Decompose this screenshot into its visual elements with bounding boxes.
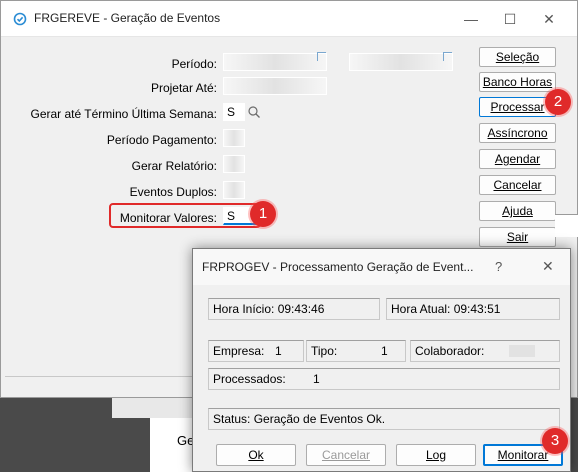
close-button[interactable]: ✕	[534, 7, 564, 31]
gerar-relatorio-label: Gerar Relatório:	[131, 159, 217, 173]
agendar-button[interactable]: Agendar	[479, 149, 556, 169]
gerar-ate-termino-field[interactable]: S	[223, 103, 245, 121]
processados-label: Processados:	[213, 372, 286, 386]
search-icon[interactable]	[247, 105, 261, 119]
empresa-value: 1	[275, 344, 282, 358]
background-panel-3	[555, 214, 578, 237]
periodo-pagamento-label: Período Pagamento:	[106, 133, 217, 147]
processados-panel: Processados: 1	[208, 368, 560, 390]
projetar-ate-label: Projetar Até:	[150, 81, 217, 95]
periodo-start-field[interactable]	[223, 53, 327, 71]
tipo-label: Tipo:	[311, 344, 338, 358]
ok-button[interactable]: Ok	[216, 444, 296, 466]
tipo-panel: Tipo: 1	[306, 340, 406, 362]
dialog-title-bar: FRPROGEV - Processamento Geração de Even…	[193, 249, 570, 285]
periodo-end-field[interactable]	[349, 53, 453, 71]
cancelar-button[interactable]: Cancelar	[479, 175, 556, 195]
periodo-label: Período:	[171, 57, 217, 71]
ajuda-button[interactable]: Ajuda	[479, 201, 556, 221]
colaborador-label: Colaborador:	[415, 344, 485, 358]
step-badge-1: 1	[250, 201, 276, 227]
dialog-title: FRPROGEV - Processamento Geração de Even…	[202, 260, 474, 274]
title-bar: FRGEREVE - Geração de Eventos — ☐ ✕	[1, 1, 577, 37]
dialog-cancelar-button[interactable]: Cancelar	[306, 444, 386, 466]
empresa-label: Empresa:	[213, 344, 265, 358]
periodo-end-picker[interactable]	[443, 52, 452, 61]
step-badge-3: 3	[542, 428, 568, 454]
status-panel: Status: Geração de Eventos Ok.	[208, 408, 560, 430]
eventos-duplos-label: Eventos Duplos:	[129, 185, 217, 199]
projetar-ate-field[interactable]	[223, 77, 327, 95]
step-badge-2: 2	[545, 89, 571, 115]
periodo-pagamento-field[interactable]	[223, 129, 245, 147]
highlight-box-monitorar	[109, 203, 261, 228]
assincrono-button[interactable]: Assíncrono	[479, 123, 556, 143]
eventos-duplos-field[interactable]	[223, 181, 245, 199]
hora-atual-panel: Hora Atual: 09:43:51	[386, 298, 560, 320]
minimize-button[interactable]: —	[456, 7, 486, 31]
app-icon	[13, 12, 27, 26]
help-icon[interactable]: ?	[495, 259, 502, 274]
tipo-value: 1	[381, 344, 388, 358]
banco-horas-button[interactable]: Banco Horas	[479, 72, 556, 92]
empresa-panel: Empresa: 1	[208, 340, 304, 362]
colaborador-value-blurred	[509, 345, 535, 357]
dialog-close-button[interactable]: ✕	[542, 258, 554, 275]
gerar-relatorio-field[interactable]	[223, 155, 245, 173]
hora-inicio-panel: Hora Início: 09:43:46	[208, 298, 380, 320]
divider	[5, 376, 193, 377]
periodo-start-picker[interactable]	[317, 52, 326, 61]
gerar-ate-termino-label: Gerar até Término Última Semana:	[30, 107, 217, 121]
processados-value: 1	[313, 372, 320, 386]
sair-button[interactable]: Sair	[479, 227, 556, 247]
colaborador-panel: Colaborador:	[410, 340, 560, 362]
log-button[interactable]: Log	[396, 444, 476, 466]
maximize-button[interactable]: ☐	[495, 7, 525, 31]
window-title: FRGEREVE - Geração de Eventos	[34, 11, 221, 25]
selecao-button[interactable]: Seleção	[479, 47, 556, 67]
background-panel	[112, 398, 192, 418]
